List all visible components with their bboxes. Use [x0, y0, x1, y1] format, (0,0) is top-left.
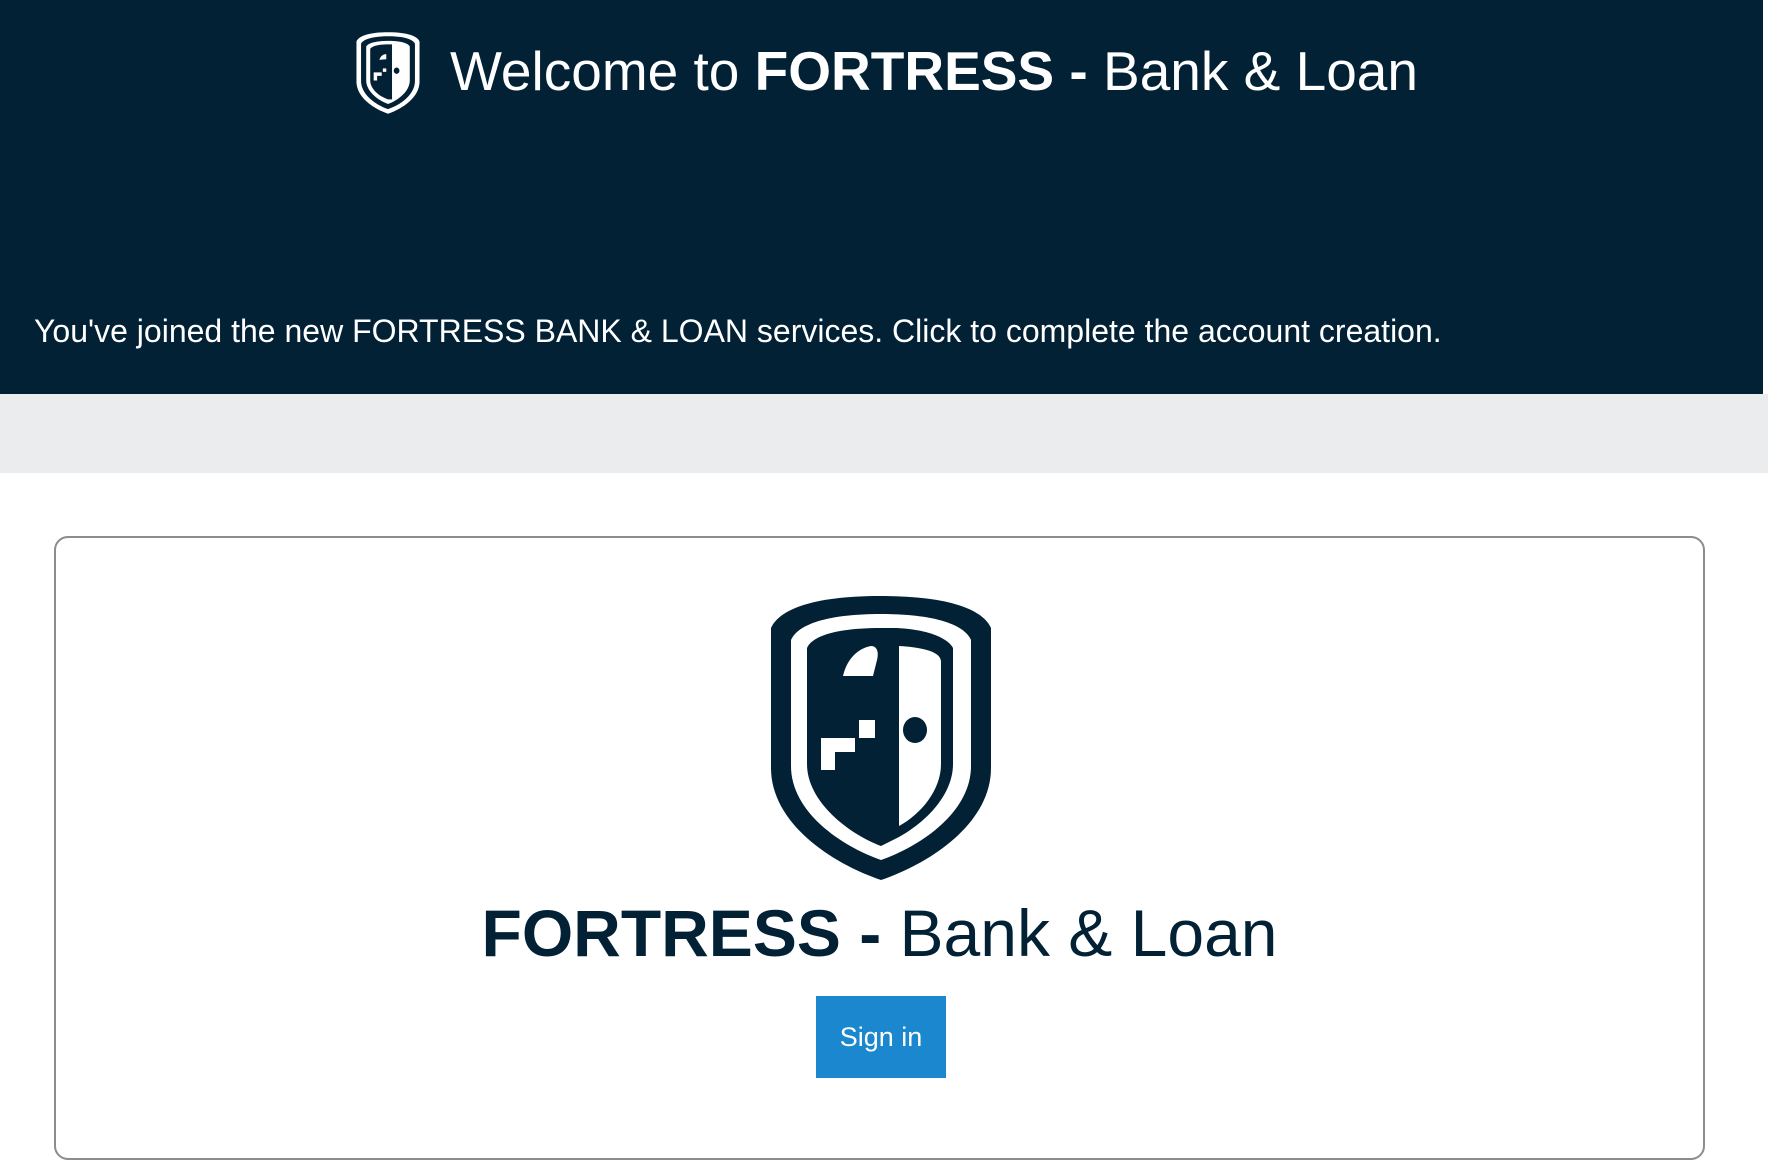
header-title-row: Welcome to FORTRESS - Bank & Loan — [0, 30, 1768, 116]
divider-band — [0, 394, 1768, 473]
header-title: Welcome to FORTRESS - Bank & Loan — [450, 38, 1418, 104]
signin-card: FORTRESS - Bank & Loan Sign in — [54, 536, 1705, 1160]
header-brand-suffix: Bank & Loan — [1087, 40, 1418, 102]
welcome-message: You've joined the new FORTRESS BANK & LO… — [34, 313, 1442, 349]
header-brand-name: FORTRESS — [754, 40, 1055, 102]
card-brand-name: FORTRESS — [481, 896, 841, 970]
sign-in-button[interactable]: Sign in — [816, 996, 946, 1078]
card-title: FORTRESS - Bank & Loan — [56, 895, 1703, 971]
header-title-prefix: Welcome to — [450, 40, 755, 102]
fortress-shield-icon — [350, 30, 426, 116]
header-brand-separator: - — [1054, 40, 1088, 102]
card-brand-separator: - — [840, 896, 882, 970]
card-brand-suffix: Bank & Loan — [881, 896, 1278, 970]
header-banner: Welcome to FORTRESS - Bank & Loan You've… — [0, 0, 1763, 394]
fortress-shield-icon — [751, 588, 1011, 888]
